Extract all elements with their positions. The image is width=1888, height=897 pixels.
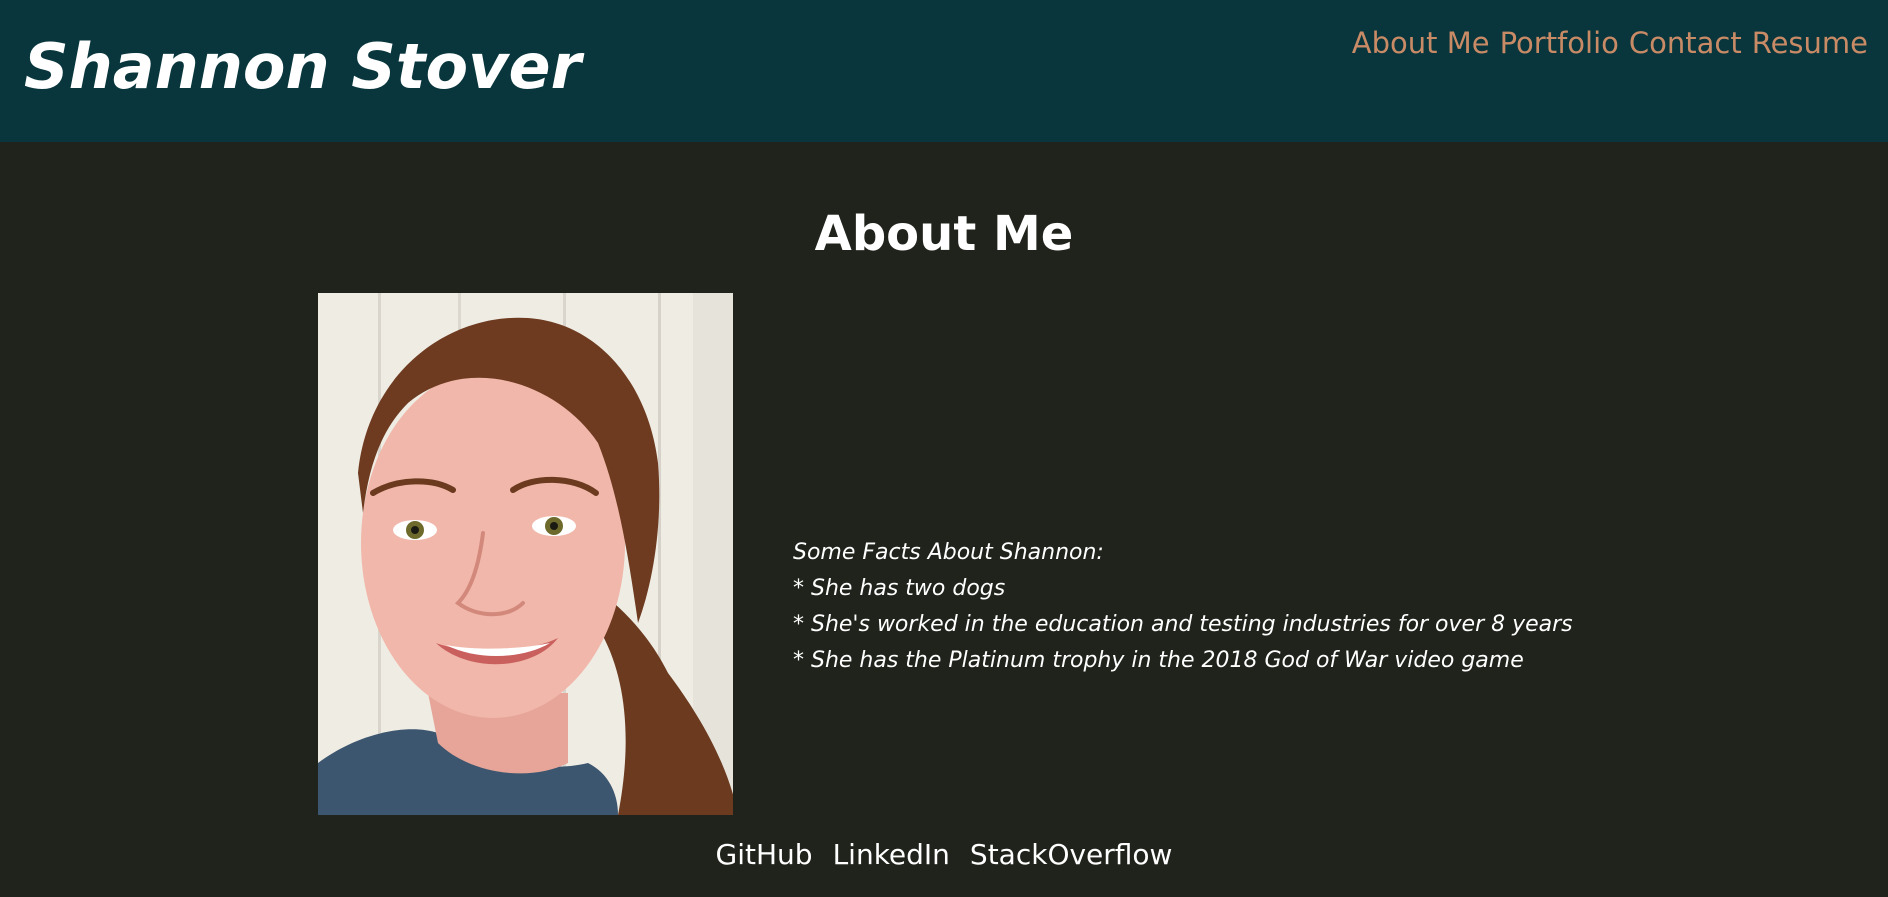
nav-link-portfolio[interactable]: Portfolio [1500, 26, 1619, 60]
section-heading: About Me [814, 206, 1074, 262]
main-nav: About Me Portfolio Contact Resume [1352, 26, 1868, 60]
social-links: GitHub LinkedIn StackOverflow [0, 838, 1888, 871]
stackoverflow-link[interactable]: StackOverflow [970, 838, 1173, 871]
facts-title: Some Facts About Shannon: [793, 540, 1104, 565]
nav-link-about-me[interactable]: About Me [1352, 26, 1490, 60]
nav-link-resume[interactable]: Resume [1752, 26, 1868, 60]
site-header: Shannon Stover About Me Portfolio Contac… [0, 0, 1888, 142]
fact-item: * She has two dogs [793, 576, 1006, 601]
facts-block: Some Facts About Shannon: * She has two … [793, 535, 1693, 679]
site-title: Shannon Stover [24, 30, 582, 103]
github-link[interactable]: GitHub [716, 838, 813, 871]
nav-link-contact[interactable]: Contact [1629, 26, 1742, 60]
fact-item: * She's worked in the education and test… [793, 612, 1573, 637]
linkedin-link[interactable]: LinkedIn [833, 838, 950, 871]
profile-photo [318, 293, 733, 815]
fact-item: * She has the Platinum trophy in the 201… [793, 648, 1524, 673]
